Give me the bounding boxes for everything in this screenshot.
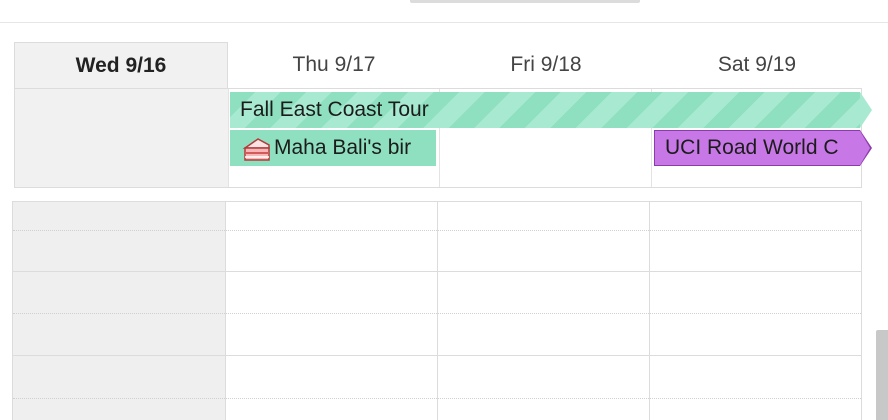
toolbar-divider (0, 22, 888, 23)
hour-line (13, 355, 861, 356)
day-header-row: Wed 9/16 Thu 9/17 Fri 9/18 Sat 9/19 (14, 42, 862, 88)
event-continues-arrow-fill (860, 131, 870, 165)
hour-line (13, 271, 861, 272)
day-header-wed[interactable]: Wed 9/16 (14, 42, 228, 88)
time-grid (12, 201, 862, 420)
time-column-fri[interactable] (438, 202, 650, 420)
event-uci-road-world[interactable]: UCI Road World C (654, 130, 860, 166)
time-column-thu[interactable] (226, 202, 438, 420)
half-hour-line (13, 398, 861, 399)
event-fall-east-coast-tour[interactable]: Fall East Coast Tour (230, 92, 860, 128)
day-header-thu[interactable]: Thu 9/17 (228, 42, 440, 88)
time-column-sat[interactable] (650, 202, 861, 420)
event-continues-arrow (860, 92, 872, 128)
event-title: Fall East Coast Tour (240, 98, 429, 121)
event-title: Maha Bali's bir (274, 136, 412, 159)
top-tab-edge (410, 0, 640, 3)
day-header-sat[interactable]: Sat 9/19 (652, 42, 862, 88)
day-header-fri[interactable]: Fri 9/18 (440, 42, 652, 88)
time-column-wed[interactable] (13, 202, 226, 420)
half-hour-line (13, 313, 861, 314)
cake-icon (242, 138, 270, 161)
scrollbar-thumb[interactable] (876, 330, 888, 420)
half-hour-line (13, 230, 861, 231)
event-title: UCI Road World C (665, 136, 839, 159)
event-birthday[interactable]: Maha Bali's bir (230, 130, 436, 166)
all-day-cell-wed[interactable] (15, 89, 229, 187)
